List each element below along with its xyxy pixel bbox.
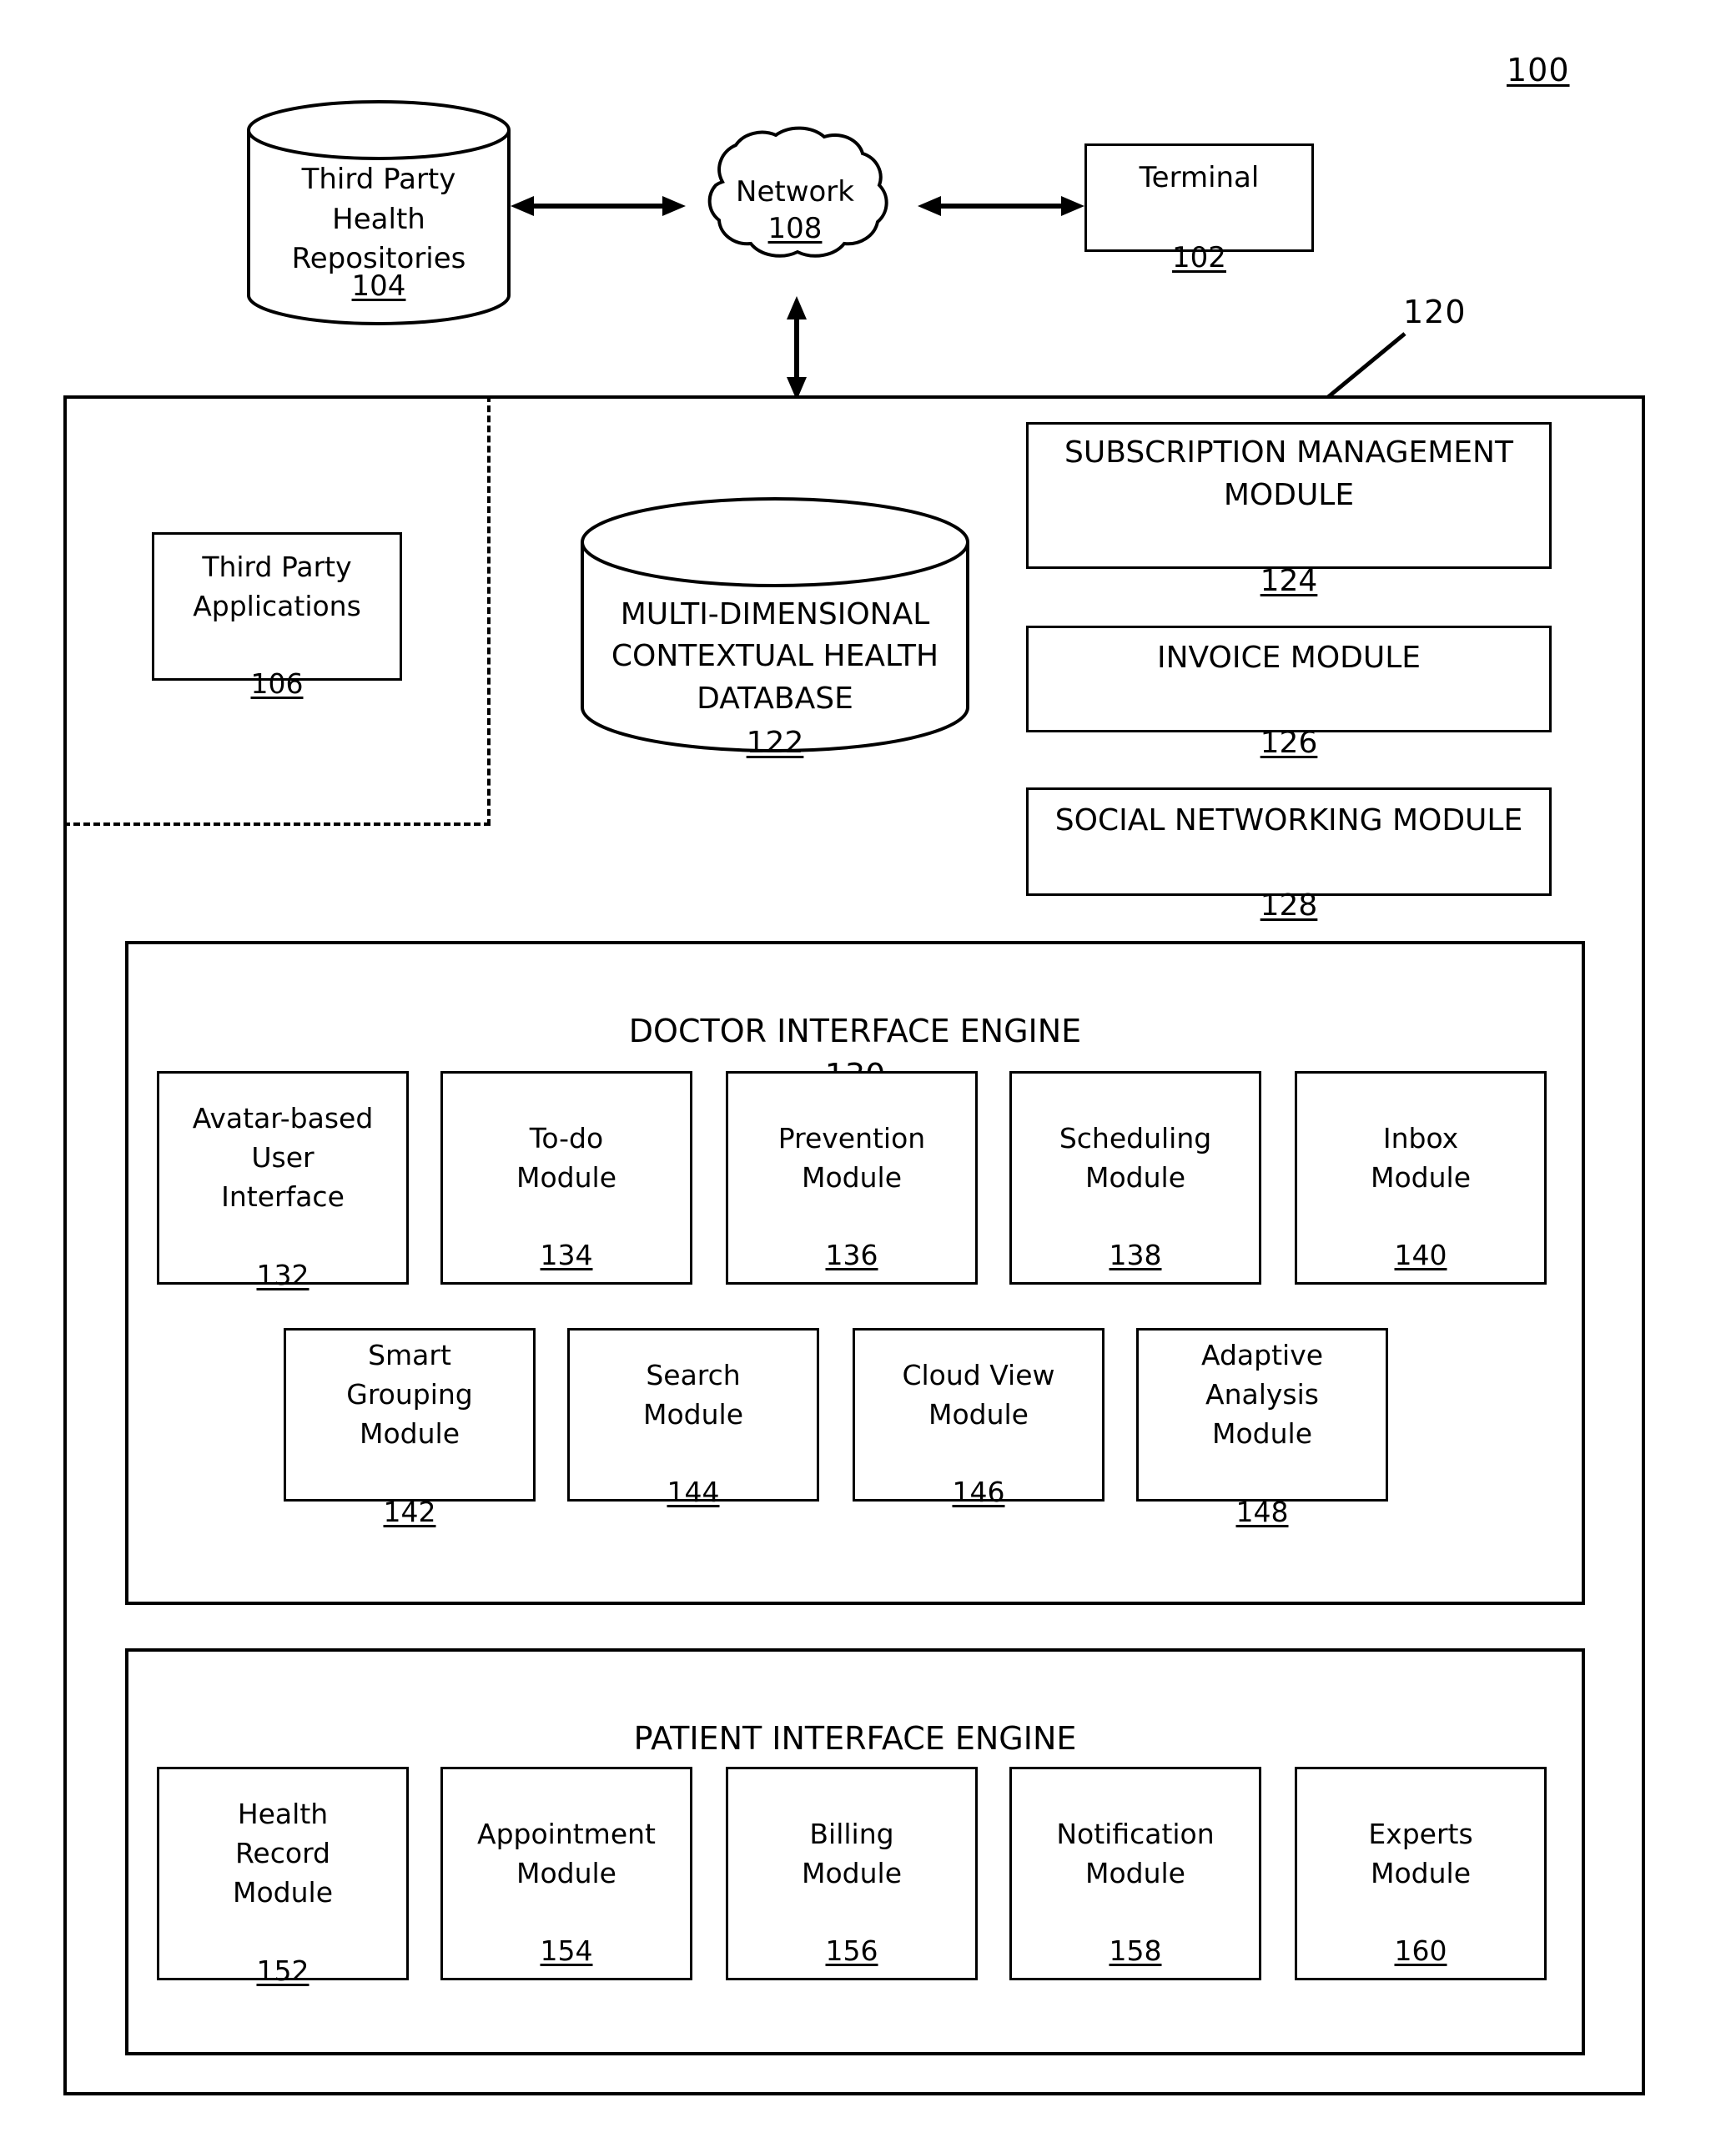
social-networking-module-box: SOCIAL NETWORKING MODULE 128 — [1026, 787, 1552, 923]
to-do-module-content: To-do Module 134 — [516, 1080, 616, 1275]
social-networking-module-content: SOCIAL NETWORKING MODULE 128 — [1055, 757, 1522, 927]
multi-dimensional-contextual-health-database-cylinder: MULTI-DIMENSIONAL CONTEXTUAL HEALTH DATA… — [579, 495, 971, 760]
third-party-health-repositories-ref: 104 — [351, 269, 406, 303]
third-party-applications-label: Third Party Applications — [193, 550, 361, 622]
social-networking-module-ref: 128 — [1260, 888, 1318, 923]
prevention-module-box: Prevention Module 136 — [726, 1071, 978, 1285]
to-do-module-ref: 134 — [540, 1239, 593, 1272]
invoice-module-ref: 126 — [1260, 726, 1318, 761]
figure-number-100: 100 — [1507, 52, 1570, 88]
invoice-module-label: INVOICE MODULE — [1156, 640, 1422, 675]
experts-module-ref: 160 — [1394, 1934, 1447, 1968]
subscription-management-module-box: SUBSCRIPTION MANAGEMENT MODULE 124 — [1026, 422, 1552, 598]
health-database-ref: 122 — [746, 726, 804, 760]
appointment-module-box: Appointment Module 154 — [440, 1767, 692, 1980]
terminal-ref: 102 — [1172, 241, 1226, 275]
billing-module-box: Billing Module 156 — [726, 1767, 978, 1980]
scheduling-module-label: Scheduling Module — [1059, 1121, 1212, 1194]
avatar-based-user-interface-ref: 132 — [256, 1258, 309, 1291]
prevention-module-content: Prevention Module 136 — [778, 1080, 925, 1275]
network-label: Network — [736, 175, 854, 209]
billing-module-content: Billing Module 156 — [802, 1776, 902, 1971]
notification-module-label: Notification Module — [1056, 1817, 1215, 1889]
system-ref-120: 120 — [1403, 294, 1467, 330]
billing-module-label: Billing Module — [802, 1817, 902, 1889]
avatar-based-user-interface-content: Avatar-based User Interface 132 — [193, 1060, 374, 1295]
avatar-based-user-interface-box: Avatar-based User Interface 132 — [157, 1071, 409, 1291]
adaptive-analysis-module-ref: 148 — [1235, 1495, 1289, 1528]
cloud-view-module-label: Cloud View Module — [902, 1358, 1055, 1431]
subscription-management-module-content: SUBSCRIPTION MANAGEMENT MODULE 124 — [1064, 389, 1513, 602]
prevention-module-label: Prevention Module — [777, 1121, 926, 1194]
prevention-module-ref: 136 — [825, 1239, 878, 1272]
appointment-module-content: Appointment Module 154 — [477, 1776, 656, 1971]
inbox-module-box: Inbox Module 140 — [1295, 1071, 1547, 1285]
appointment-module-ref: 154 — [540, 1934, 593, 1968]
health-record-module-ref: 152 — [256, 1954, 309, 1987]
smart-grouping-module-content: Smart Grouping Module 142 — [346, 1297, 473, 1532]
inbox-module-label: Inbox Module — [1371, 1121, 1471, 1194]
health-record-module-box: Health Record Module 152 — [157, 1767, 409, 1987]
third-party-health-repositories-label: Third Party Health Repositories — [291, 163, 466, 276]
smart-grouping-module-box: Smart Grouping Module 142 — [284, 1328, 536, 1528]
experts-module-box: Experts Module 160 — [1295, 1767, 1547, 1980]
adaptive-analysis-module-label: Adaptive Analysis Module — [1200, 1339, 1324, 1450]
cloud-view-module-box: Cloud View Module 146 — [853, 1328, 1104, 1508]
smart-grouping-module-label: Smart Grouping Module — [346, 1339, 473, 1450]
appointment-module-label: Appointment Module — [477, 1817, 656, 1889]
third-party-applications-content: Third Party Applications 106 — [193, 509, 361, 704]
health-record-module-content: Health Record Module 152 — [233, 1756, 333, 1990]
patient-interface-engine-title-text: PATIENT INTERFACE ENGINE — [633, 1720, 1077, 1758]
third-party-applications-ref: 106 — [250, 667, 304, 701]
experts-module-content: Experts Module 160 — [1368, 1776, 1472, 1971]
experts-module-label: Experts Module — [1368, 1817, 1473, 1889]
inbox-module-ref: 140 — [1394, 1239, 1447, 1272]
to-do-module-label: To-do Module — [516, 1121, 616, 1194]
scheduling-module-ref: 138 — [1109, 1239, 1162, 1272]
scheduling-module-box: Scheduling Module 138 — [1009, 1071, 1261, 1285]
terminal-box-content: Terminal 102 — [1140, 117, 1260, 278]
invoice-module-content: INVOICE MODULE 126 — [1157, 594, 1421, 764]
health-database-label: MULTI-DIMENSIONAL CONTEXTUAL HEALTH DATA… — [611, 597, 939, 716]
to-do-module-box: To-do Module 134 — [440, 1071, 692, 1285]
third-party-applications-box: Third Party Applications 106 — [152, 532, 402, 700]
network-ref: 108 — [767, 212, 823, 245]
inbox-module-content: Inbox Module 140 — [1371, 1080, 1471, 1275]
repositories-network-arrow — [511, 194, 686, 219]
subscription-management-module-label: SUBSCRIPTION MANAGEMENT MODULE — [1064, 435, 1513, 513]
cloud-view-module-ref: 146 — [952, 1476, 1005, 1509]
network-terminal-arrow — [918, 194, 1084, 219]
patent-figure: 100 Third Party Health Repositories 104 … — [0, 0, 1736, 2153]
search-module-ref: 144 — [667, 1476, 720, 1509]
subscription-management-module-ref: 124 — [1260, 563, 1318, 598]
billing-module-ref: 156 — [825, 1934, 878, 1968]
cloud-view-module-content: Cloud View Module 146 — [902, 1317, 1054, 1512]
doctor-interface-engine-title-text: DOCTOR INTERFACE ENGINE — [628, 1013, 1082, 1050]
network-platform-arrow — [784, 296, 809, 400]
notification-module-box: Notification Module 158 — [1009, 1767, 1261, 1980]
search-module-label: Search Module — [643, 1358, 743, 1431]
adaptive-analysis-module-content: Adaptive Analysis Module 148 — [1201, 1297, 1323, 1532]
adaptive-analysis-module-box: Adaptive Analysis Module 148 — [1136, 1328, 1388, 1528]
search-module-content: Search Module 144 — [643, 1317, 743, 1512]
avatar-based-user-interface-label: Avatar-based User Interface — [192, 1102, 374, 1213]
network-cloud: Network 108 — [674, 117, 916, 300]
third-party-health-repositories-cylinder: Third Party Health Repositories 104 — [245, 100, 512, 325]
notification-module-content: Notification Module 158 — [1056, 1776, 1214, 1971]
search-module-box: Search Module 144 — [567, 1328, 819, 1508]
health-record-module-label: Health Record Module — [233, 1798, 333, 1909]
terminal-box: Terminal 102 — [1084, 143, 1314, 274]
social-networking-module-label: SOCIAL NETWORKING MODULE — [1054, 802, 1523, 838]
notification-module-ref: 158 — [1109, 1934, 1162, 1968]
invoice-module-box: INVOICE MODULE 126 — [1026, 626, 1552, 760]
smart-grouping-module-ref: 142 — [383, 1495, 436, 1528]
scheduling-module-content: Scheduling Module 138 — [1059, 1080, 1211, 1275]
terminal-label: Terminal — [1139, 160, 1260, 194]
